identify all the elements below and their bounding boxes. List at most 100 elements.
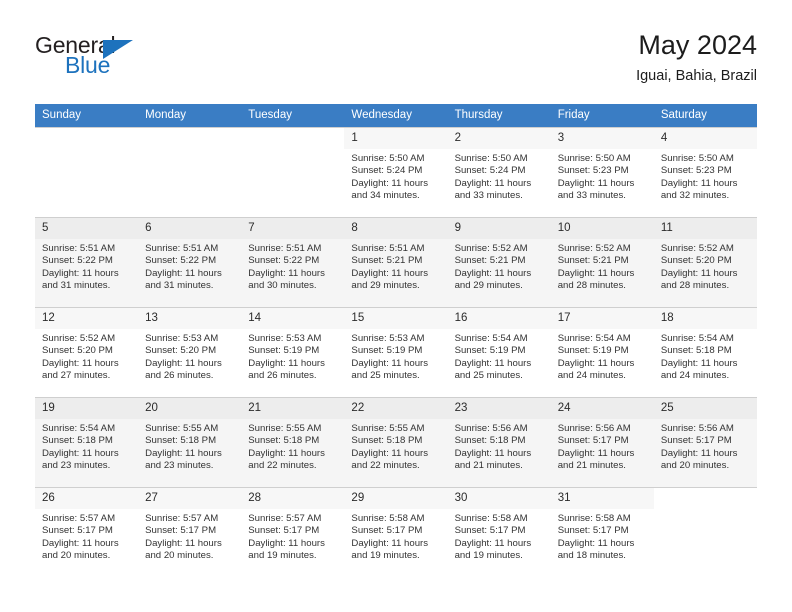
weekday-header: Sunday Monday Tuesday Wednesday Thursday Frid… [35, 104, 757, 128]
daylight-duration-line1: Daylight: 11 hours [145, 267, 222, 279]
calendar-day-cell[interactable]: 2 Sunrise: 5:50 AM Sunset: 5:24 PM Daylight… [447, 127, 551, 218]
general-blue-logo[interactable]: General Blue [35, 32, 215, 88]
calendar-day-cell[interactable]: 30 Sunrise: 5:58 AM Sunset: 5:17 PM Dayligh… [447, 487, 551, 577]
day-sun-info: Sunrise: 5:52 AM Sunset: 5:20 PM Daylight:… [654, 239, 757, 293]
day-number: 1 [344, 128, 448, 149]
calendar-day-cell[interactable]: 10 Sunrise: 5:52 AM Sunset: 5:21 PM Dayligh… [550, 217, 654, 308]
day-cell-inner: 17 Sunrise: 5:54 AM Sunset: 5:19 PM Dayligh… [550, 308, 654, 397]
day-number: 5 [35, 218, 139, 239]
sunrise-time: Sunrise: 5:57 AM [42, 513, 116, 524]
day-number: 29 [344, 488, 448, 509]
day-number: 31 [550, 488, 654, 509]
calendar-day-cell[interactable]: 24 Sunrise: 5:56 AM Sunset: 5:17 PM Dayligh… [550, 397, 654, 488]
calendar-day-cell[interactable]: 15 Sunrise: 5:53 AM Sunset: 5:19 PM Dayligh… [344, 307, 448, 398]
sunset-time: Sunset: 5:21 PM [351, 255, 423, 267]
day-number: 6 [138, 218, 242, 239]
day-cell-inner: 12 Sunrise: 5:52 AM Sunset: 5:20 PM Dayligh… [35, 308, 139, 397]
daylight-duration-line2: and 28 minutes. [660, 280, 730, 292]
calendar-day-cell[interactable]: 23 Sunrise: 5:56 AM Sunset: 5:18 PM Dayligh… [447, 397, 551, 488]
day-cell-inner: 14 Sunrise: 5:53 AM Sunset: 5:19 PM Dayligh… [241, 308, 345, 397]
day-sun-info: Sunrise: 5:53 AM Sunset: 5:20 PM Daylight:… [138, 329, 241, 383]
daylight-duration-line1: Daylight: 11 hours [351, 537, 429, 549]
day-cell-inner: 11 Sunrise: 5:52 AM Sunset: 5:20 PM Dayligh… [653, 218, 757, 307]
calendar-day-cell[interactable]: 19 Sunrise: 5:54 AM Sunset: 5:18 PM Dayligh… [35, 397, 139, 488]
day-number: 2 [447, 128, 551, 149]
daylight-duration-line1: Daylight: 11 hours [145, 357, 222, 369]
daylight-duration-line2: and 27 minutes. [42, 370, 111, 382]
day-number: 16 [447, 308, 551, 329]
calendar-day-cell[interactable]: 22 Sunrise: 5:55 AM Sunset: 5:18 PM Dayligh… [344, 397, 448, 488]
calendar-day-cell[interactable]: 21 Sunrise: 5:55 AM Sunset: 5:18 PM Dayligh… [241, 397, 345, 488]
day-sun-info: Sunrise: 5:57 AM Sunset: 5:17 PM Daylight:… [35, 509, 138, 563]
daylight-duration-line2: and 20 minutes. [42, 550, 111, 562]
calendar-day-cell[interactable]: 27 Sunrise: 5:57 AM Sunset: 5:17 PM Dayligh… [138, 487, 242, 577]
calendar-day-cell[interactable]: 20 Sunrise: 5:55 AM Sunset: 5:18 PM Dayligh… [138, 397, 242, 488]
calendar-day-cell[interactable]: 26 Sunrise: 5:57 AM Sunset: 5:17 PM Dayligh… [35, 487, 139, 577]
daylight-duration-line2: and 24 minutes. [557, 370, 626, 382]
day-cell-inner: 21 Sunrise: 5:55 AM Sunset: 5:18 PM Dayligh… [241, 398, 345, 487]
daylight-duration-line2: and 26 minutes. [145, 370, 214, 382]
sunset-time: Sunset: 5:19 PM [248, 345, 320, 357]
calendar-day-cell[interactable]: 3 Sunrise: 5:50 AM Sunset: 5:23 PM Daylight… [550, 127, 654, 218]
sunrise-time: Sunrise: 5:52 AM [660, 243, 734, 254]
daylight-duration-line1: Daylight: 11 hours [557, 357, 635, 369]
weekday-header-monday: Monday [138, 104, 242, 128]
calendar-day-cell[interactable]: 17 Sunrise: 5:54 AM Sunset: 5:19 PM Dayligh… [550, 307, 654, 398]
calendar-week-row: 26 Sunrise: 5:57 AM Sunset: 5:17 PM Dayligh… [35, 487, 757, 577]
day-cell-inner: 13 Sunrise: 5:53 AM Sunset: 5:20 PM Dayligh… [138, 308, 242, 397]
calendar-day-cell[interactable]: 13 Sunrise: 5:53 AM Sunset: 5:20 PM Dayligh… [138, 307, 242, 398]
day-cell-inner: 1 Sunrise: 5:50 AM Sunset: 5:24 PM Daylight… [344, 128, 448, 217]
day-number [138, 128, 241, 149]
calendar-day-cell[interactable]: 14 Sunrise: 5:53 AM Sunset: 5:19 PM Dayligh… [241, 307, 345, 398]
calendar-week-row: 5 Sunrise: 5:51 AM Sunset: 5:22 PM Daylight… [35, 217, 757, 308]
daylight-duration-line1: Daylight: 11 hours [248, 537, 325, 549]
day-cell-inner: 30 Sunrise: 5:58 AM Sunset: 5:17 PM Dayligh… [447, 488, 551, 577]
calendar-day-cell[interactable]: 9 Sunrise: 5:52 AM Sunset: 5:21 PM Daylight… [447, 217, 551, 308]
calendar-day-cell[interactable]: 12 Sunrise: 5:52 AM Sunset: 5:20 PM Dayligh… [35, 307, 139, 398]
calendar-day-cell[interactable]: 18 Sunrise: 5:54 AM Sunset: 5:18 PM Dayligh… [653, 307, 757, 398]
daylight-duration-line1: Daylight: 11 hours [42, 357, 119, 369]
daylight-duration-line1: Daylight: 11 hours [660, 267, 738, 279]
calendar-week-row: 19 Sunrise: 5:54 AM Sunset: 5:18 PM Dayligh… [35, 397, 757, 488]
calendar-day-cell[interactable]: 25 Sunrise: 5:56 AM Sunset: 5:17 PM Dayligh… [653, 397, 757, 488]
calendar-day-cell[interactable]: 1 Sunrise: 5:50 AM Sunset: 5:24 PM Daylight… [344, 127, 448, 218]
day-sun-info: Sunrise: 5:57 AM Sunset: 5:17 PM Daylight:… [138, 509, 241, 563]
day-cell-inner: 15 Sunrise: 5:53 AM Sunset: 5:19 PM Dayligh… [344, 308, 448, 397]
day-number: 11 [653, 218, 757, 239]
calendar-day-cell[interactable]: 6 Sunrise: 5:51 AM Sunset: 5:22 PM Daylight… [138, 217, 242, 308]
day-cell-inner: 29 Sunrise: 5:58 AM Sunset: 5:17 PM Dayligh… [344, 488, 448, 577]
sunset-time: Sunset: 5:21 PM [454, 255, 526, 267]
daylight-duration-line2: and 20 minutes. [660, 460, 730, 472]
calendar-day-cell[interactable]: 11 Sunrise: 5:52 AM Sunset: 5:20 PM Dayligh… [653, 217, 757, 308]
day-sun-info: Sunrise: 5:52 AM Sunset: 5:21 PM Daylight:… [551, 239, 654, 293]
sunrise-time: Sunrise: 5:58 AM [557, 513, 631, 524]
day-number: 13 [138, 308, 242, 329]
day-sun-info: Sunrise: 5:53 AM Sunset: 5:19 PM Daylight:… [344, 329, 447, 383]
sunset-time: Sunset: 5:17 PM [557, 435, 629, 447]
day-cell-inner: 18 Sunrise: 5:54 AM Sunset: 5:18 PM Dayligh… [653, 308, 757, 397]
sunrise-time: Sunrise: 5:51 AM [351, 243, 425, 254]
day-number: 23 [447, 398, 551, 419]
day-cell-inner [138, 128, 241, 217]
sunset-time: Sunset: 5:18 PM [660, 345, 732, 357]
daylight-duration-line2: and 26 minutes. [248, 370, 317, 382]
calendar-day-cell[interactable]: 4 Sunrise: 5:50 AM Sunset: 5:23 PM Daylight… [653, 127, 757, 218]
calendar-day-cell[interactable]: 31 Sunrise: 5:58 AM Sunset: 5:17 PM Dayligh… [550, 487, 654, 577]
calendar-day-cell[interactable]: 5 Sunrise: 5:51 AM Sunset: 5:22 PM Daylight… [35, 217, 139, 308]
day-number: 9 [447, 218, 551, 239]
sunrise-time: Sunrise: 5:58 AM [454, 513, 528, 524]
calendar-day-cell[interactable]: 7 Sunrise: 5:51 AM Sunset: 5:22 PM Daylight… [241, 217, 345, 308]
daylight-duration-line1: Daylight: 11 hours [454, 537, 532, 549]
daylight-duration-line2: and 25 minutes. [351, 370, 420, 382]
daylight-duration-line2: and 19 minutes. [248, 550, 317, 562]
day-number: 3 [550, 128, 654, 149]
day-cell-inner: 26 Sunrise: 5:57 AM Sunset: 5:17 PM Dayligh… [35, 488, 139, 577]
calendar-cell-empty [138, 127, 242, 218]
calendar-day-cell[interactable]: 28 Sunrise: 5:57 AM Sunset: 5:17 PM Dayligh… [241, 487, 345, 577]
sunrise-time: Sunrise: 5:51 AM [145, 243, 219, 254]
sunrise-time: Sunrise: 5:58 AM [351, 513, 425, 524]
calendar-day-cell[interactable]: 8 Sunrise: 5:51 AM Sunset: 5:21 PM Daylight… [344, 217, 448, 308]
day-sun-info: Sunrise: 5:56 AM Sunset: 5:18 PM Daylight:… [448, 419, 551, 473]
calendar-day-cell[interactable]: 29 Sunrise: 5:58 AM Sunset: 5:17 PM Dayligh… [344, 487, 448, 577]
calendar-day-cell[interactable]: 16 Sunrise: 5:54 AM Sunset: 5:19 PM Dayligh… [447, 307, 551, 398]
